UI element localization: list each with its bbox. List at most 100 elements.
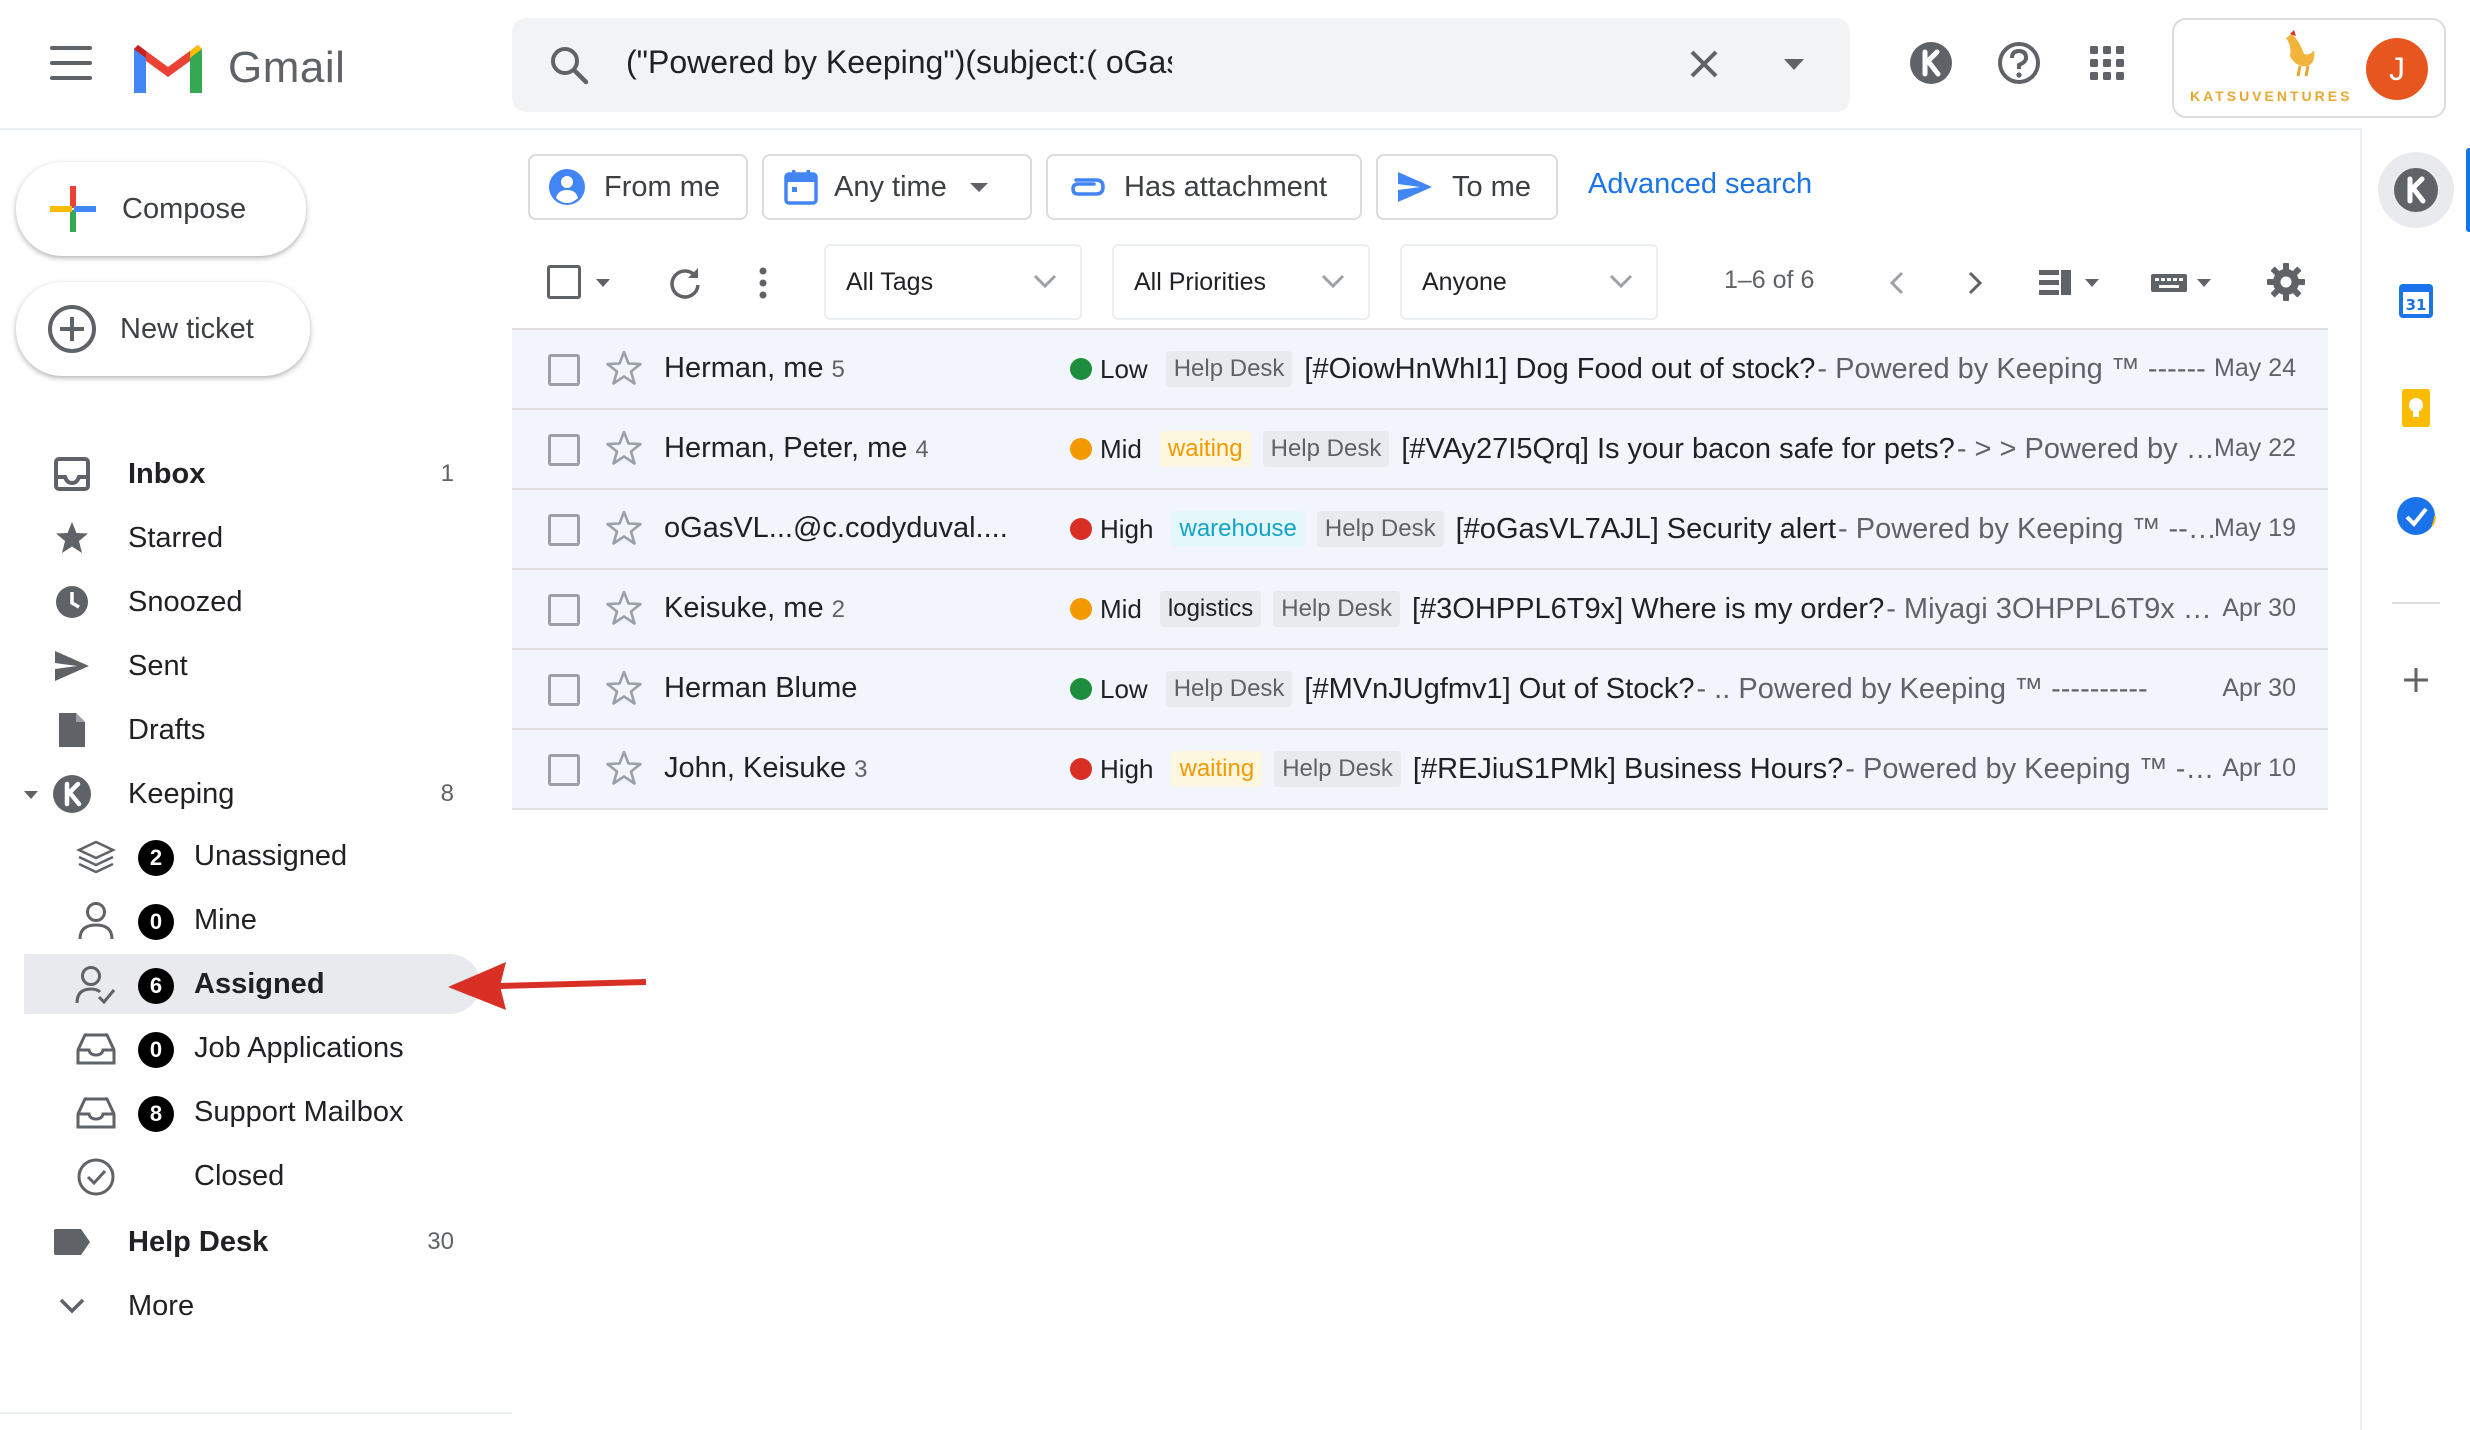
main-menu-icon[interactable] [50, 46, 92, 82]
close-icon[interactable] [1682, 42, 1726, 91]
search-input[interactable]: ("Powered by Keeping")(subject:( oGasVL7… [626, 44, 1172, 81]
advanced-search-link[interactable]: Advanced search [1588, 168, 1812, 201]
ticket-tag[interactable]: waiting [1171, 751, 1263, 787]
row-checkbox[interactable] [548, 434, 580, 466]
email-subject: [#REJiuS1PMk] Business Hours? [1412, 752, 1844, 785]
tags-dropdown[interactable]: All Tags [824, 244, 1082, 320]
email-content: Mid waiting Help Desk [#VAy27I5Qrq] Is your… [1070, 428, 2220, 470]
email-row[interactable]: Keisuke, me 2 Mid logistics Help Desk [#3OHPP… [512, 570, 2328, 650]
email-row[interactable]: Herman, Peter, me 4 Mid waiting Help Desk [#V… [512, 410, 2328, 490]
sidebar-item-starred[interactable]: Starred [0, 508, 480, 568]
email-snippet: - Powered by Keeping ™ ------ [1845, 752, 2220, 785]
search-bar[interactable]: ("Powered by Keeping")(subject:( oGasVL7… [512, 18, 1850, 112]
send-icon [52, 648, 92, 684]
apps-grid-icon[interactable] [2082, 38, 2132, 88]
email-row[interactable]: oGasVL...@c.codyduval.... High warehouse He… [512, 490, 2328, 570]
ticket-tag[interactable]: Help Desk [1165, 351, 1293, 387]
row-checkbox[interactable] [548, 754, 580, 786]
to-me-chip[interactable]: To me [1376, 154, 1558, 220]
email-row[interactable]: Herman, me 5 Low Help Desk [#OiowHnWhI1] Dog… [512, 328, 2328, 410]
star-icon[interactable] [604, 428, 644, 468]
plus-icon[interactable] [2386, 650, 2446, 710]
row-checkbox[interactable] [548, 594, 580, 626]
star-icon[interactable] [604, 748, 644, 788]
sidebar-item-drafts[interactable]: Drafts [0, 700, 480, 760]
priority-dot-icon [1070, 518, 1092, 540]
any-time-chip[interactable]: Any time [762, 154, 1032, 220]
calendar-icon[interactable]: 31 [2386, 270, 2446, 330]
ticket-tag[interactable]: warehouse [1171, 511, 1305, 547]
sidebar-item-label: Job Applications [194, 1032, 404, 1064]
pagination-info: 1–6 of 6 [1724, 266, 1815, 294]
email-snippet: - Powered by Keeping ™ ------ [1817, 352, 2206, 385]
sidebar-item-more[interactable]: More [0, 1276, 480, 1336]
assignee-dropdown[interactable]: Anyone [1400, 244, 1658, 320]
sidebar-item-closed[interactable]: Closed [24, 1146, 480, 1206]
ticket-tag[interactable]: Help Desk [1262, 431, 1390, 467]
sidebar-item-mine[interactable]: 0 Mine [24, 890, 480, 950]
sidebar-item-label: Drafts [128, 713, 206, 746]
sidebar-item-label: Support Mailbox [194, 1096, 404, 1128]
sidebar-item-job-applications[interactable]: 0 Job Applications [24, 1018, 480, 1078]
refresh-icon[interactable] [664, 262, 706, 304]
sidebar-item-sent[interactable]: Sent [0, 636, 480, 696]
sidebar-item-inbox[interactable]: Inbox 1 [0, 444, 480, 504]
sidebar-item-keeping[interactable]: Keeping 8 [0, 764, 480, 824]
sidebar-item-assigned[interactable]: 6 Assigned [24, 954, 480, 1014]
more-vertical-icon[interactable] [748, 262, 778, 304]
count-badge: 6 [138, 968, 174, 1004]
email-row[interactable]: John, Keisuke 3 High waiting Help Desk [#REJi… [512, 730, 2328, 810]
keeping-k-icon[interactable] [1906, 38, 1956, 88]
keyboard-input-icon[interactable] [2148, 264, 2218, 302]
avatar[interactable]: J [2366, 38, 2428, 100]
sidebar-item-support-mailbox[interactable]: 8 Support Mailbox [24, 1082, 480, 1142]
help-icon[interactable] [1994, 38, 2044, 88]
keeping-k-icon[interactable] [2378, 152, 2454, 228]
row-checkbox[interactable] [548, 354, 580, 386]
star-icon[interactable] [604, 588, 644, 628]
search-options-caret-icon[interactable] [1774, 44, 1814, 89]
star-icon[interactable] [604, 508, 644, 548]
red-arrow-annotation [448, 962, 647, 1010]
new-ticket-button[interactable]: New ticket [16, 282, 310, 376]
star-icon[interactable] [604, 348, 644, 388]
gmail-logo[interactable]: Gmail [130, 38, 345, 98]
layers-icon [74, 838, 118, 876]
select-caret-icon[interactable] [592, 272, 614, 294]
account-switcher[interactable]: KATSUVENTURES J [2172, 18, 2446, 118]
sidebar-item-snoozed[interactable]: Snoozed [0, 572, 480, 632]
sidebar-item-unassigned[interactable]: 2 Unassigned [24, 826, 480, 886]
chevron-right-icon[interactable] [1958, 264, 1992, 302]
from-me-chip[interactable]: From me [528, 154, 748, 220]
gear-icon[interactable] [2264, 260, 2308, 304]
count-badge: 0 [138, 904, 174, 940]
ticket-tag[interactable]: Help Desk [1165, 671, 1293, 707]
priorities-dropdown[interactable]: All Priorities [1112, 244, 1370, 320]
select-all-checkbox[interactable] [546, 264, 582, 300]
split-pane-toggle-icon[interactable] [2036, 264, 2106, 302]
new-ticket-label: New ticket [120, 312, 254, 345]
ticket-tag[interactable]: Help Desk [1316, 511, 1444, 547]
has-attachment-chip[interactable]: Has attachment [1046, 154, 1362, 220]
star-icon[interactable] [604, 668, 644, 708]
row-checkbox[interactable] [548, 514, 580, 546]
ticket-tag[interactable]: Help Desk [1274, 751, 1401, 787]
email-subject: [#OiowHnWhI1] Dog Food out of stock? [1304, 352, 1816, 385]
ticket-tag[interactable]: logistics [1159, 591, 1262, 627]
keep-bulb-icon[interactable] [2386, 378, 2446, 438]
right-side-panel: 31 [2360, 128, 2470, 1430]
sidebar-item-help-desk[interactable]: Help Desk 30 [0, 1212, 480, 1272]
caret-down-icon[interactable] [22, 786, 40, 804]
chevron-left-icon[interactable] [1880, 264, 1914, 302]
priority-dot-icon [1070, 438, 1092, 460]
email-row[interactable]: Herman Blume Low Help Desk [#MVnJUgfmv1] Ou… [512, 650, 2328, 730]
search-icon[interactable] [548, 44, 590, 91]
email-snippet: - Miyagi 3OHPPL6T9x Powered [1886, 592, 2220, 625]
row-checkbox[interactable] [548, 674, 580, 706]
ticket-tag[interactable]: Help Desk [1273, 591, 1400, 627]
sender-names: John, Keisuke [664, 752, 847, 784]
ticket-tag[interactable]: waiting [1159, 431, 1251, 467]
compose-button[interactable]: Compose [16, 162, 306, 256]
person-icon [74, 902, 118, 940]
tasks-icon[interactable] [2386, 486, 2446, 546]
